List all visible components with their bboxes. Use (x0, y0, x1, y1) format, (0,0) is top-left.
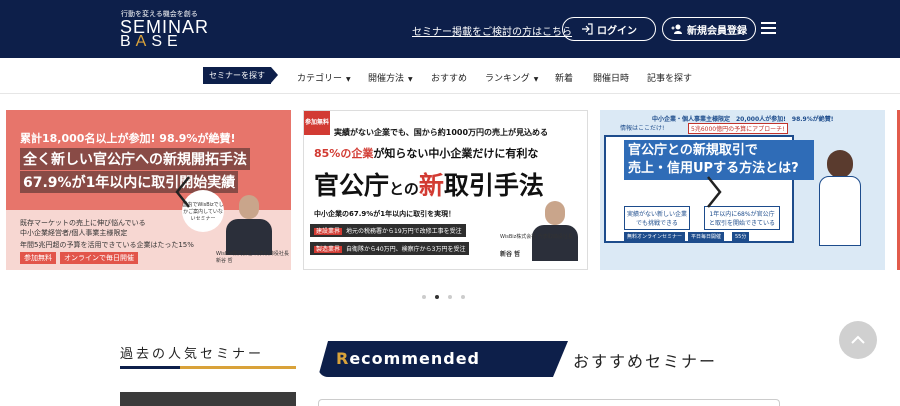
chevron-down-icon: ▼ (408, 76, 413, 83)
slide-headline: 全く新しい官公庁への新規開拓手法 (20, 148, 250, 170)
nav-item-new[interactable]: 新着 (555, 71, 573, 84)
slide-top-text: 中小企業・個人事業主様限定 20,000人が参加! 98.9%が絶賛! (652, 116, 834, 123)
logo-letters-se: SE (151, 33, 183, 50)
nav-item-category[interactable]: カテゴリー ▼ (297, 71, 351, 84)
nav-item-articles[interactable]: 記事を探す (647, 71, 692, 84)
title-part: との (389, 180, 419, 198)
feature-box: 実績がない新しい企業でも挑戦できる (624, 206, 690, 230)
slide-subheadline: 中小企業の67.9%が1年以内に取引を実現！ (314, 210, 456, 218)
logo-letter-b: B (120, 33, 136, 50)
nav-item-date[interactable]: 開催日時 (593, 71, 629, 84)
tag-online-daily: オンラインで毎日開催 (60, 252, 138, 264)
heading-rest: ecommended (349, 349, 480, 368)
register-label: 新規会員登録 (687, 25, 747, 37)
carousel-slide-2[interactable]: 参加無料 実績がない企業でも、国から約1000万円の売上が見込める 85%の企業… (303, 110, 588, 270)
chevron-right-icon[interactable] (704, 175, 724, 209)
login-label: ログイン (597, 25, 637, 37)
case-row: 製造業界 自衛隊から40万円、検察庁から3万円を受注 (310, 242, 470, 255)
chevron-down-icon: ▼ (533, 76, 539, 83)
slide-main-title: 官公庁との新取引手法 (314, 166, 544, 202)
nav-label: カテゴリー (297, 74, 343, 84)
slide-description: 中小企業経営者/個人事業主様限定 (20, 229, 128, 237)
back-to-top-button[interactable] (839, 321, 877, 359)
title-highlight: 新 (418, 171, 444, 200)
carousel-dot[interactable] (461, 295, 465, 299)
publish-inquiry-link[interactable]: セミナー掲載をご検討の方はこちら (412, 23, 572, 38)
nav-item-recommended[interactable]: おすすめ (431, 71, 467, 84)
highlight-text: 85%の企業 (314, 147, 374, 160)
slide-headline: 実績がない企業でも、国から約1000万円の売上が見込める (334, 128, 549, 137)
speaker-caption: WisBiz株式会社 代表取締役社長 (500, 234, 573, 240)
slide-tags: 参加無料 オンラインで毎日開催 (20, 252, 138, 264)
login-icon (582, 23, 593, 35)
carousel-slide-3[interactable]: 中小企業・個人事業主様限定 20,000人が参加! 98.9%が絶賛! 情報はこ… (600, 110, 885, 270)
recommended-subtitle: おすすめセミナー (573, 352, 718, 371)
headline-text: が知らない中小企業だけに有利な (373, 147, 539, 160)
nav-item-find-seminar[interactable]: セミナーを探す (203, 67, 278, 84)
tag-free: 参加無料 (20, 252, 56, 264)
carousel-dot[interactable] (422, 295, 426, 299)
heading-first-letter: R (336, 349, 350, 368)
nav-label: 開催方法 (368, 74, 405, 84)
presenter-illustration (815, 150, 865, 250)
feature-box: 1年以内に68%が官公庁と取引を開始できている (704, 206, 780, 230)
chevron-up-icon (851, 335, 865, 344)
speaker-name: 新谷 哲 (500, 251, 521, 258)
chevron-down-icon: ▼ (346, 76, 351, 83)
login-button[interactable]: ログイン (562, 17, 656, 41)
carousel-dot-active[interactable] (435, 295, 439, 299)
speaker-caption: WisBiz株式会社 代表取締役社長 新谷 哲 (216, 251, 289, 264)
add-user-icon (671, 24, 682, 34)
case-row: 建設業界 地元の税務署から19万円で改修工事を受注 (310, 224, 466, 237)
carousel-slide-1[interactable]: 累計18,000名以上が参加! 98.9%が絶賛! 全く新しい官公庁への新規開拓… (6, 110, 291, 270)
slide-description: 既存マーケットの売上に伸び悩んでいる (20, 219, 146, 227)
case-text: 自衛隊から40万円、検察庁から3万円を受注 (346, 246, 466, 253)
carousel-dot[interactable] (448, 295, 452, 299)
recommended-card-frame (318, 399, 780, 406)
nav-item-ranking[interactable]: ランキング ▼ (485, 71, 538, 84)
hamburger-menu-icon[interactable] (761, 22, 776, 34)
register-button[interactable]: 新規会員登録 (662, 17, 756, 41)
logo-text-base[interactable]: BASE (120, 33, 183, 51)
info-chip: 平日毎日開催 (688, 232, 725, 241)
section-underline (120, 366, 296, 369)
chevron-left-icon[interactable] (173, 175, 193, 209)
title-line: 官公庁との新規取引で (628, 143, 758, 158)
slide-headline: 累計18,000名以上が参加! 98.9%が絶賛! (20, 132, 236, 145)
case-label: 建設業界 (314, 228, 343, 235)
nav-label: ランキング (485, 74, 530, 84)
main-nav: セミナーを探す カテゴリー ▼ 開催方法 ▼ おすすめ ランキング ▼ 新着 開催日時… (0, 58, 900, 94)
past-popular-title: 過去の人気セミナー (120, 347, 265, 362)
speaker-photo (530, 201, 580, 261)
carousel-pagination (422, 295, 465, 299)
case-label: 製造業界 (314, 246, 343, 253)
badge-free: 参加無料 (304, 111, 330, 135)
title-part: 取引手法 (443, 171, 544, 200)
info-chip: 55分 (732, 232, 750, 241)
speaker-photo (224, 195, 274, 255)
slide-info: 情報はここだけ! (620, 125, 665, 132)
recommended-heading: Recommended (336, 349, 480, 368)
case-text: 地元の税務署から19万円で改修工事を受注 (346, 228, 462, 235)
site-header: 行動を変える機会を創る SEMINAR BASE セミナー掲載をご検討の方はこち… (0, 0, 900, 58)
seminar-thumbnail[interactable] (120, 392, 296, 406)
nav-item-method[interactable]: 開催方法 ▼ (368, 71, 413, 84)
info-chip: 無料オンラインセミナー (624, 232, 686, 241)
logo-letter-a: A (135, 33, 152, 50)
title-part: 官公庁 (314, 171, 390, 200)
slide-headline: 85%の企業が知らない中小企業だけに有利な (314, 145, 538, 161)
slide-description: 年間5兆円超の予算を活用できている企業はたった15% (20, 241, 194, 249)
slide-info-highlight: 5兆6000億円の予算にアプローチ! (688, 123, 788, 134)
